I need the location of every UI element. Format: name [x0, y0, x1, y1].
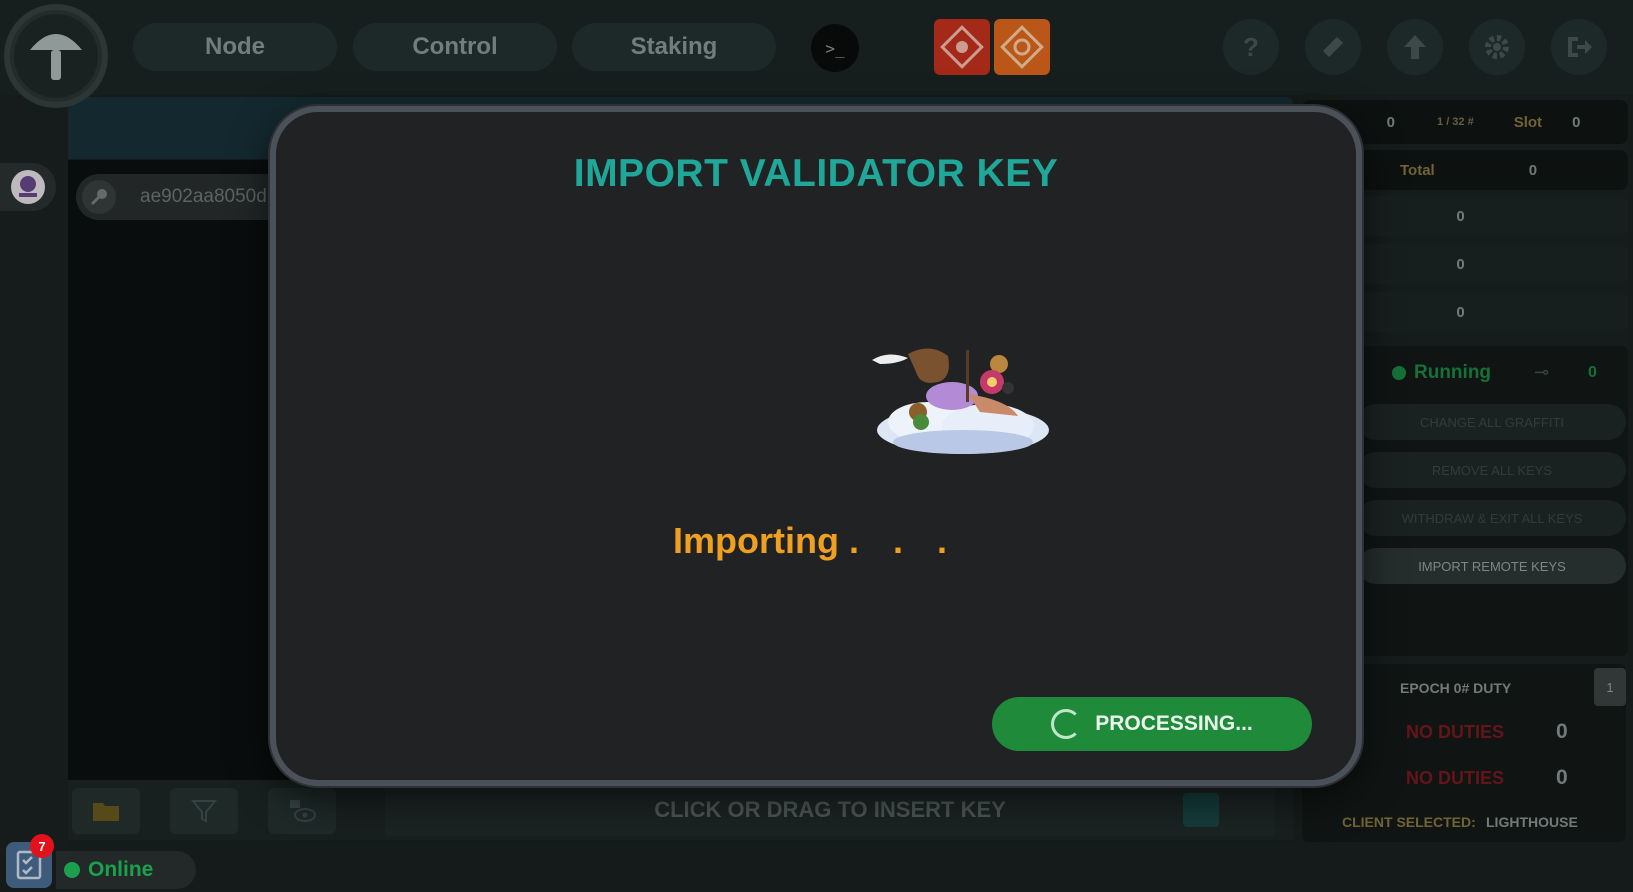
importing-status: Importing . . .: [276, 520, 1356, 562]
app-root: Node Control Staking >_ ? ae902aa8050d C…: [0, 0, 1633, 892]
modal-title: IMPORT VALIDATOR KEY: [573, 152, 1059, 195]
notification-badge: 7: [30, 834, 54, 858]
processing-label: PROCESSING...: [1095, 712, 1253, 735]
cloud-figure-illustration: [872, 348, 1049, 454]
import-validator-modal: IMPORT VALIDATOR KEY Importing . . . PRO…: [270, 106, 1362, 786]
app-logo[interactable]: [4, 4, 108, 108]
processing-button[interactable]: PROCESSING...: [992, 697, 1312, 751]
spinner-icon: [1051, 709, 1082, 739]
importing-text: Importing: [672, 520, 839, 561]
notification-count: 7: [38, 838, 46, 854]
importing-dots: . . .: [848, 520, 959, 561]
mushroom-logo-icon: [14, 14, 98, 98]
